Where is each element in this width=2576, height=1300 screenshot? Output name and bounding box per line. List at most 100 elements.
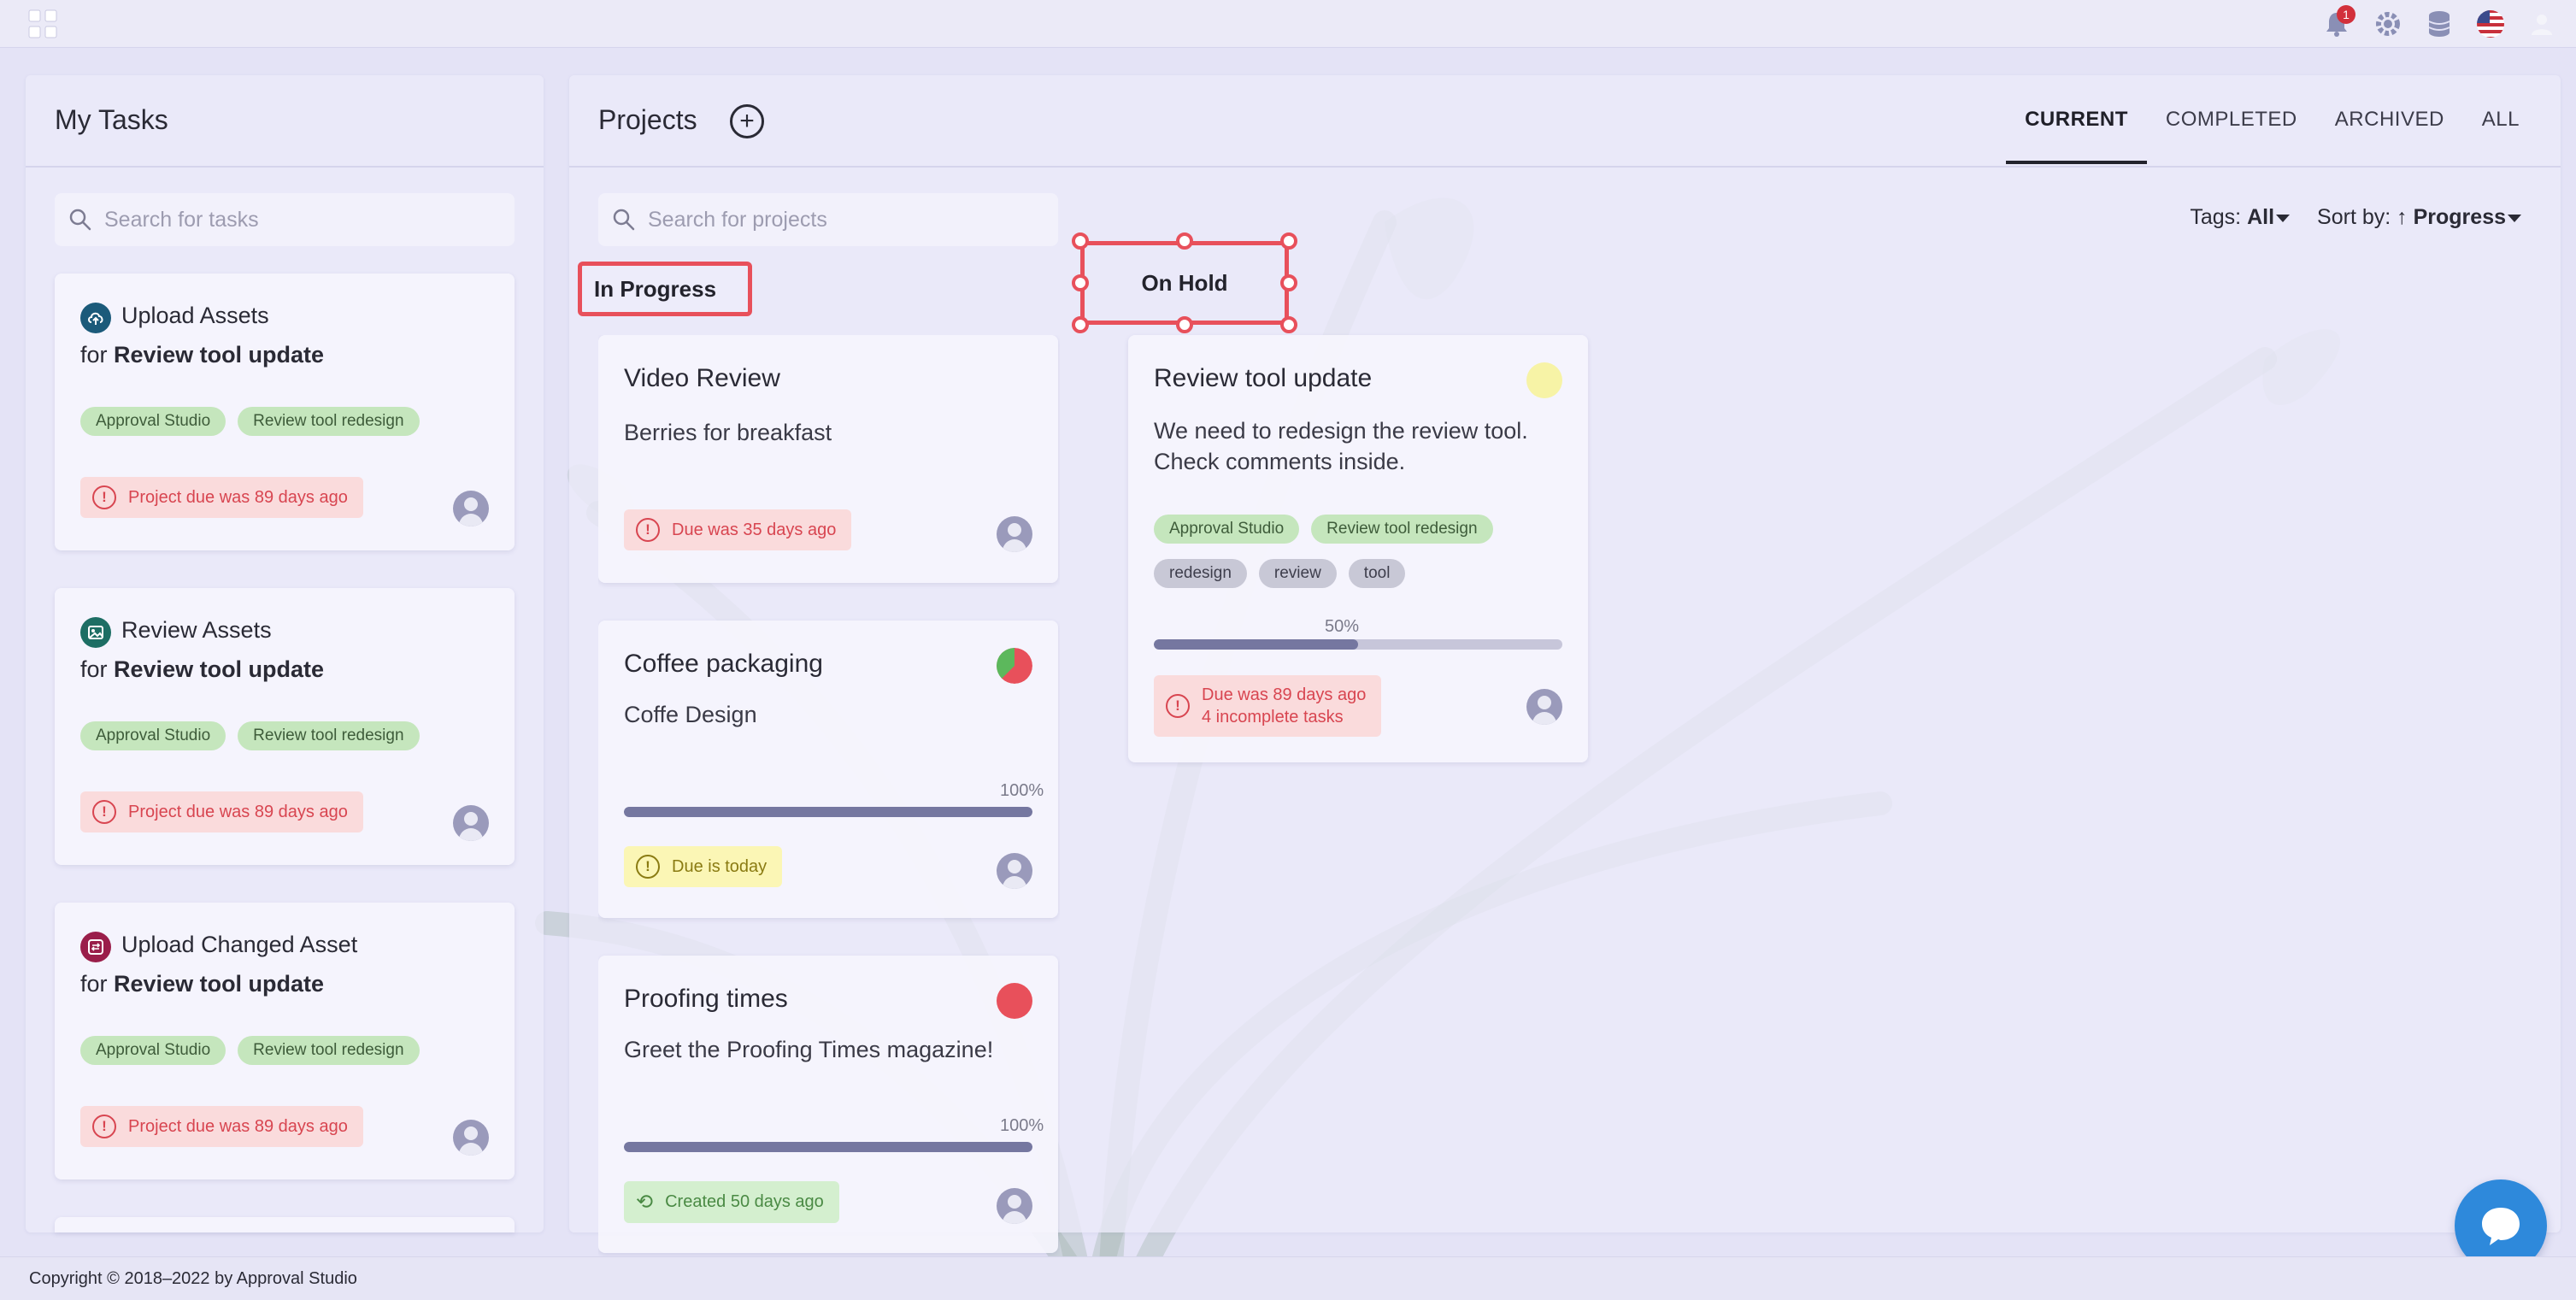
resize-handle[interactable]: [1280, 274, 1297, 291]
divider: [569, 166, 2561, 168]
user-icon[interactable]: [2525, 7, 2559, 41]
status-pie-icon: [997, 648, 1032, 684]
copyright-text: Copyright © 2018–2022 by Approval Studio: [29, 1269, 357, 1288]
task-project-name[interactable]: Review tool update: [114, 971, 324, 997]
progress-bar-fill: [624, 807, 1032, 817]
projects-title: Projects: [598, 104, 697, 135]
plus-icon: +: [739, 107, 755, 135]
footer: Copyright © 2018–2022 by Approval Studio: [0, 1256, 2576, 1300]
project-description: Greet the Proofing Times magazine!: [624, 1037, 994, 1062]
bell-icon[interactable]: 1: [2320, 5, 2355, 41]
task-card[interactable]: Upload Assets for Review tool update App…: [55, 274, 515, 550]
us-flag-icon[interactable]: [2473, 7, 2508, 41]
task-search-box[interactable]: [55, 193, 515, 246]
tag[interactable]: Approval Studio: [80, 407, 226, 436]
tab-current[interactable]: CURRENT: [2006, 108, 2147, 164]
tab-completed[interactable]: COMPLETED: [2147, 108, 2316, 164]
task-card[interactable]: [55, 1217, 515, 1232]
tag[interactable]: Review tool redesign: [1311, 515, 1493, 544]
avatar[interactable]: [997, 516, 1032, 552]
project-card[interactable]: Proofing times Greet the Proofing Times …: [598, 956, 1058, 1253]
task-card[interactable]: Review Assets for Review tool update App…: [55, 588, 515, 865]
task-project: for Review tool update: [80, 656, 325, 682]
database-icon[interactable]: [2422, 7, 2456, 41]
project-tabs: CURRENT COMPLETED ARCHIVED ALL: [2006, 108, 2538, 164]
tags-filter[interactable]: Tags: All: [2190, 205, 2291, 230]
top-icons: 1: [2320, 5, 2559, 41]
resize-handle[interactable]: [1280, 232, 1297, 250]
project-card[interactable]: Video Review Berries for breakfast ! Due…: [598, 335, 1058, 583]
task-tags: Approval Studio Review tool redesign: [80, 721, 420, 750]
resize-handle[interactable]: [1280, 316, 1297, 333]
progress-bar: [624, 807, 1032, 817]
due-badge: ! Project due was 89 days ago: [80, 791, 363, 832]
divider: [26, 166, 544, 168]
tag[interactable]: review: [1258, 559, 1337, 588]
history-icon: ⟲: [636, 1191, 654, 1214]
tag[interactable]: Approval Studio: [1154, 515, 1300, 544]
status-dot-icon: [1526, 362, 1562, 398]
avatar[interactable]: [1526, 689, 1562, 725]
column-in-progress-header[interactable]: In Progress: [578, 262, 752, 316]
progress-bar-fill: [624, 1142, 1032, 1152]
project-card[interactable]: Coffee packaging Coffe Design 100% ! Due…: [598, 621, 1058, 918]
project-search-input[interactable]: [648, 207, 1005, 232]
my-tasks-panel: My Tasks Upload Assets for Review tool u…: [26, 75, 544, 1232]
add-project-button[interactable]: +: [730, 104, 764, 138]
progress-label: 100%: [1000, 1116, 1044, 1135]
avatar[interactable]: [997, 853, 1032, 889]
tag[interactable]: tool: [1348, 559, 1406, 588]
task-project-name[interactable]: Review tool update: [114, 656, 324, 682]
project-search-box[interactable]: [598, 193, 1058, 246]
logo-grid-icon[interactable]: [27, 9, 58, 39]
created-badge: ⟲ Created 50 days ago: [624, 1181, 839, 1223]
due-badge: ! Project due was 89 days ago: [80, 477, 363, 518]
progress-bar-fill: [1154, 639, 1358, 650]
caret-down-icon: [2508, 214, 2521, 222]
tag[interactable]: redesign: [1154, 559, 1247, 588]
task-project-name[interactable]: Review tool update: [114, 342, 324, 368]
avatar[interactable]: [997, 1188, 1032, 1224]
due-badge: ! Due is today: [624, 846, 783, 887]
project-description: Berries for breakfast: [624, 420, 832, 445]
progress-bar: [624, 1142, 1032, 1152]
gear-icon[interactable]: [2371, 7, 2405, 41]
task-title: Upload Changed Asset: [121, 932, 358, 957]
project-card[interactable]: Review tool update We need to redesign t…: [1128, 335, 1588, 762]
project-tags: Approval Studio Review tool redesign: [1154, 515, 1564, 544]
avatar[interactable]: [453, 1120, 489, 1156]
task-card[interactable]: Upload Changed Asset for Review tool upd…: [55, 903, 515, 1179]
avatar[interactable]: [453, 491, 489, 526]
resize-handle[interactable]: [1072, 274, 1089, 291]
resize-handle[interactable]: [1176, 316, 1193, 333]
notification-badge: 1: [2337, 5, 2355, 24]
sort-arrow-icon: ↑: [2397, 205, 2408, 229]
tab-archived[interactable]: ARCHIVED: [2316, 108, 2463, 164]
tag[interactable]: Review tool redesign: [238, 1036, 420, 1065]
my-tasks-title: My Tasks: [55, 104, 168, 135]
resize-handle[interactable]: [1072, 316, 1089, 333]
due-badge: ! Project due was 89 days ago: [80, 1106, 363, 1147]
alert-circle-icon: !: [92, 800, 116, 824]
tag[interactable]: Review tool redesign: [238, 407, 420, 436]
resize-handle[interactable]: [1176, 232, 1193, 250]
project-tags: redesign review tool: [1154, 559, 1564, 588]
sort-dropdown[interactable]: Sort by: ↑ Progress: [2317, 205, 2521, 230]
progress-label: 100%: [1000, 781, 1044, 800]
top-bar: 1: [0, 0, 2576, 48]
project-title: Coffee packaging: [624, 650, 823, 678]
avatar[interactable]: [453, 805, 489, 841]
filters: Tags: All Sort by: ↑ Progress: [2190, 205, 2521, 230]
caret-down-icon: [2276, 214, 2291, 222]
tag[interactable]: Review tool redesign: [238, 721, 420, 750]
tag[interactable]: Approval Studio: [80, 1036, 226, 1065]
in-progress-column: Video Review Berries for breakfast ! Due…: [598, 335, 1060, 1280]
tab-all[interactable]: ALL: [2463, 108, 2538, 164]
column-on-hold-header[interactable]: On Hold: [1072, 232, 1297, 333]
due-badge: ! Due was 35 days ago: [624, 509, 852, 550]
task-tags: Approval Studio Review tool redesign: [80, 1036, 420, 1065]
resize-handle[interactable]: [1072, 232, 1089, 250]
task-search-input[interactable]: [104, 207, 462, 232]
alert-circle-icon: !: [636, 518, 660, 542]
tag[interactable]: Approval Studio: [80, 721, 226, 750]
